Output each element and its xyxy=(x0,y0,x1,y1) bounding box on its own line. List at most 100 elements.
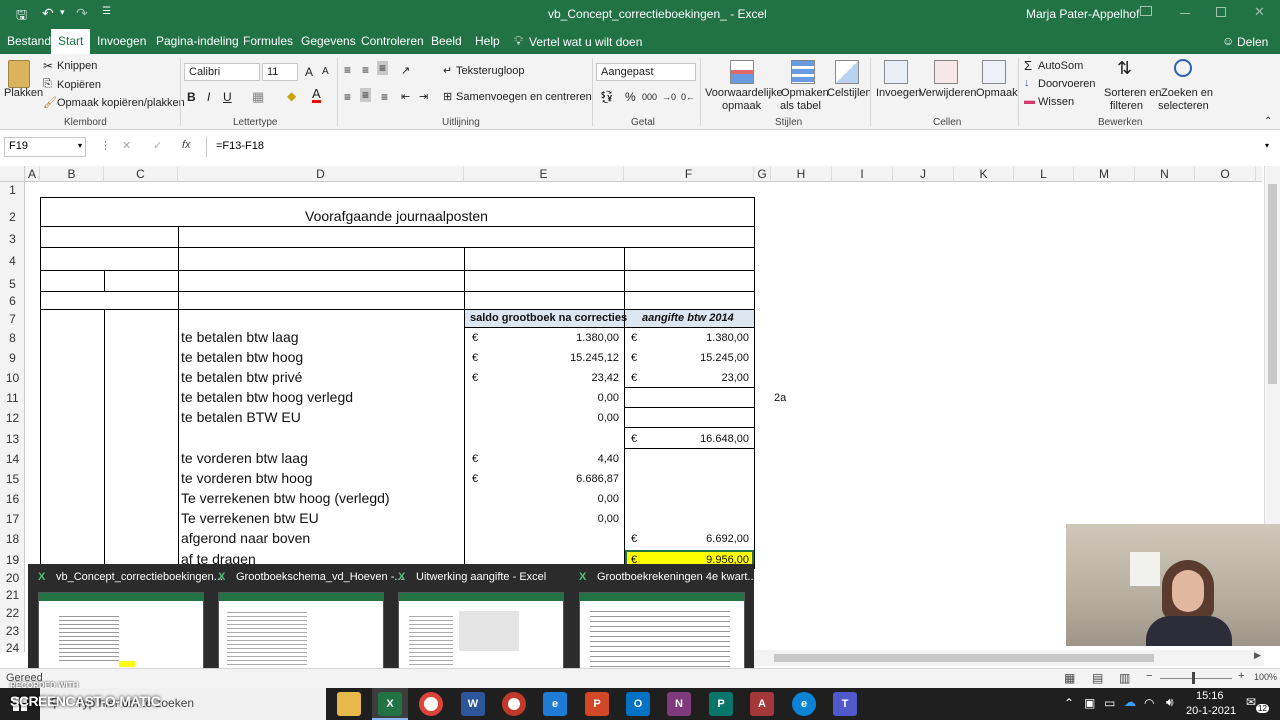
zoom-out-icon[interactable]: − xyxy=(1146,670,1152,682)
autosave-icon[interactable]: 🖫 xyxy=(16,6,27,28)
value-f[interactable]: 15.245,00 xyxy=(668,352,749,364)
name-box-dropdown-icon[interactable]: ▾ xyxy=(78,141,82,150)
value-e[interactable]: 1.380,00 xyxy=(540,332,619,344)
row-header[interactable]: 11 xyxy=(0,391,25,405)
wifi-icon[interactable]: ◠ xyxy=(1144,696,1154,710)
cell-styles-icon[interactable] xyxy=(835,60,859,84)
customize-toolbar-icon[interactable]: ☰ xyxy=(102,6,111,17)
camera-tray-icon[interactable]: ▣ xyxy=(1084,696,1095,710)
label-cell[interactable]: te betalen btw privé xyxy=(181,369,302,385)
row-header[interactable]: 17 xyxy=(0,512,25,526)
paste-icon[interactable] xyxy=(8,60,30,88)
label-cell[interactable]: Te verrekenen btw EU xyxy=(181,510,319,526)
row-header[interactable]: 14 xyxy=(0,452,25,466)
align-right-icon[interactable]: ≡ xyxy=(381,90,388,104)
grow-font-button[interactable]: A xyxy=(305,65,313,79)
format-as-table-button[interactable]: Opmaken xyxy=(781,87,829,99)
value-f[interactable]: 23,00 xyxy=(668,372,749,384)
onenote-icon[interactable]: N xyxy=(667,692,691,716)
column-header[interactable]: B xyxy=(40,167,104,182)
row-header[interactable]: 4 xyxy=(0,254,25,268)
eraser-icon[interactable]: ▬ xyxy=(1024,95,1035,107)
insert-cells-button[interactable]: Invoegen xyxy=(876,87,921,99)
autosum-icon[interactable]: Σ xyxy=(1024,58,1032,73)
header-saldo-grootboek[interactable]: saldo grootboek na correcties xyxy=(470,312,627,324)
conditional-formatting-sub[interactable]: opmaak xyxy=(722,100,761,112)
scrollbar-thumb[interactable] xyxy=(1268,184,1277,384)
normal-view-icon[interactable]: ▦ xyxy=(1064,671,1075,685)
delete-cells-button[interactable]: Verwijderen xyxy=(919,87,976,99)
align-top-icon[interactable]: ≡ xyxy=(344,63,351,77)
shrink-font-button[interactable]: A xyxy=(322,66,329,77)
column-header[interactable]: J xyxy=(893,167,954,182)
page-layout-icon[interactable]: ▤ xyxy=(1092,671,1103,685)
file-explorer-icon[interactable] xyxy=(337,692,361,716)
sort-filter-icon[interactable]: ⇅ xyxy=(1117,58,1132,79)
row-header[interactable]: 7 xyxy=(0,312,25,326)
zoom-in-icon[interactable]: + xyxy=(1238,670,1244,682)
value-e[interactable]: 15.245,12 xyxy=(540,352,619,364)
select-all-corner[interactable] xyxy=(0,166,25,182)
recorder-icon[interactable] xyxy=(502,692,526,716)
collapse-ribbon-icon[interactable]: ⌃ xyxy=(1264,116,1272,127)
align-middle-icon[interactable]: ≡ xyxy=(362,63,369,77)
label-cell[interactable]: te vorderen btw laag xyxy=(181,450,308,466)
row-header[interactable]: 12 xyxy=(0,411,25,425)
row-header[interactable]: 15 xyxy=(0,472,25,486)
value-e[interactable]: 4,40 xyxy=(540,453,619,465)
column-header[interactable]: D xyxy=(178,167,464,182)
copy-button[interactable]: Kopiëren xyxy=(57,79,101,91)
label-cell[interactable]: te betalen btw hoog verlegd xyxy=(181,389,353,405)
close-icon[interactable]: ✕ xyxy=(1254,4,1265,20)
row-header[interactable]: 3 xyxy=(0,232,25,246)
label-cell[interactable]: te vorderen btw hoog xyxy=(181,470,313,486)
column-header[interactable]: N xyxy=(1135,167,1195,182)
format-painter-button[interactable]: Opmaak kopiëren/plakken xyxy=(57,97,185,109)
row-header[interactable]: 8 xyxy=(0,331,25,345)
align-center-icon[interactable]: ≡ xyxy=(360,88,372,102)
user-name[interactable]: Marja Pater-Appelhof xyxy=(1026,7,1139,21)
minimize-icon[interactable] xyxy=(1180,13,1190,14)
row-header[interactable]: 5 xyxy=(0,277,25,291)
find-select-icon[interactable] xyxy=(1174,59,1192,77)
scissors-icon[interactable]: ✂ xyxy=(43,59,53,73)
onedrive-icon[interactable]: ☁ xyxy=(1124,695,1136,709)
zoom-level[interactable]: 100% xyxy=(1254,672,1277,682)
note-cell-h11[interactable]: 2a xyxy=(774,392,786,404)
scrollbar-thumb[interactable] xyxy=(774,654,1154,662)
tab-beeld[interactable]: Beeld xyxy=(431,34,462,48)
find-select-sub[interactable]: selecteren xyxy=(1158,100,1209,112)
row-header[interactable]: 2 xyxy=(0,210,25,224)
maximize-icon[interactable] xyxy=(1216,7,1226,17)
tab-bestand[interactable]: Bestand xyxy=(7,34,51,48)
tab-pagina-indeling[interactable]: Pagina-indeling xyxy=(156,34,239,48)
tab-gegevens[interactable]: Gegevens xyxy=(301,34,356,48)
volume-icon[interactable]: 🔊︎ xyxy=(1166,695,1174,710)
align-left-icon[interactable]: ≡ xyxy=(344,90,351,104)
enter-icon[interactable]: ✓ xyxy=(153,139,162,152)
value-f[interactable]: 6.692,00 xyxy=(668,533,749,545)
value-e[interactable]: 0,00 xyxy=(540,493,619,505)
sort-filter-sub[interactable]: filteren xyxy=(1110,100,1143,112)
undo-icon[interactable]: ↶ xyxy=(42,5,54,22)
label-cell[interactable]: te betalen BTW EU xyxy=(181,409,301,425)
outlook-icon[interactable]: O xyxy=(626,692,650,716)
wrap-text-icon[interactable]: ↵ xyxy=(443,64,452,77)
internet-explorer-icon[interactable]: e xyxy=(543,692,567,716)
column-header[interactable]: H xyxy=(771,167,832,182)
label-cell[interactable]: te betalen btw hoog xyxy=(181,349,303,365)
conditional-formatting-icon[interactable] xyxy=(730,60,754,84)
format-as-table-sub[interactable]: als tabel xyxy=(780,100,821,112)
undo-dropdown-icon[interactable]: ▾ xyxy=(60,7,65,18)
teams-icon[interactable]: T xyxy=(833,692,857,716)
format-cells-button[interactable]: Opmaak xyxy=(976,87,1018,99)
share-button[interactable]: Delen xyxy=(1237,35,1268,49)
find-select-button[interactable]: Zoeken en xyxy=(1161,87,1213,99)
increase-decimal-icon[interactable]: →0 xyxy=(662,92,676,102)
publisher-icon[interactable]: P xyxy=(709,692,733,716)
notifications-icon[interactable]: ✉ xyxy=(1246,695,1256,709)
row-header[interactable]: 20 xyxy=(0,571,25,585)
access-icon[interactable]: A xyxy=(750,692,774,716)
bold-button[interactable]: B xyxy=(187,90,196,104)
column-header[interactable]: I xyxy=(832,167,893,182)
